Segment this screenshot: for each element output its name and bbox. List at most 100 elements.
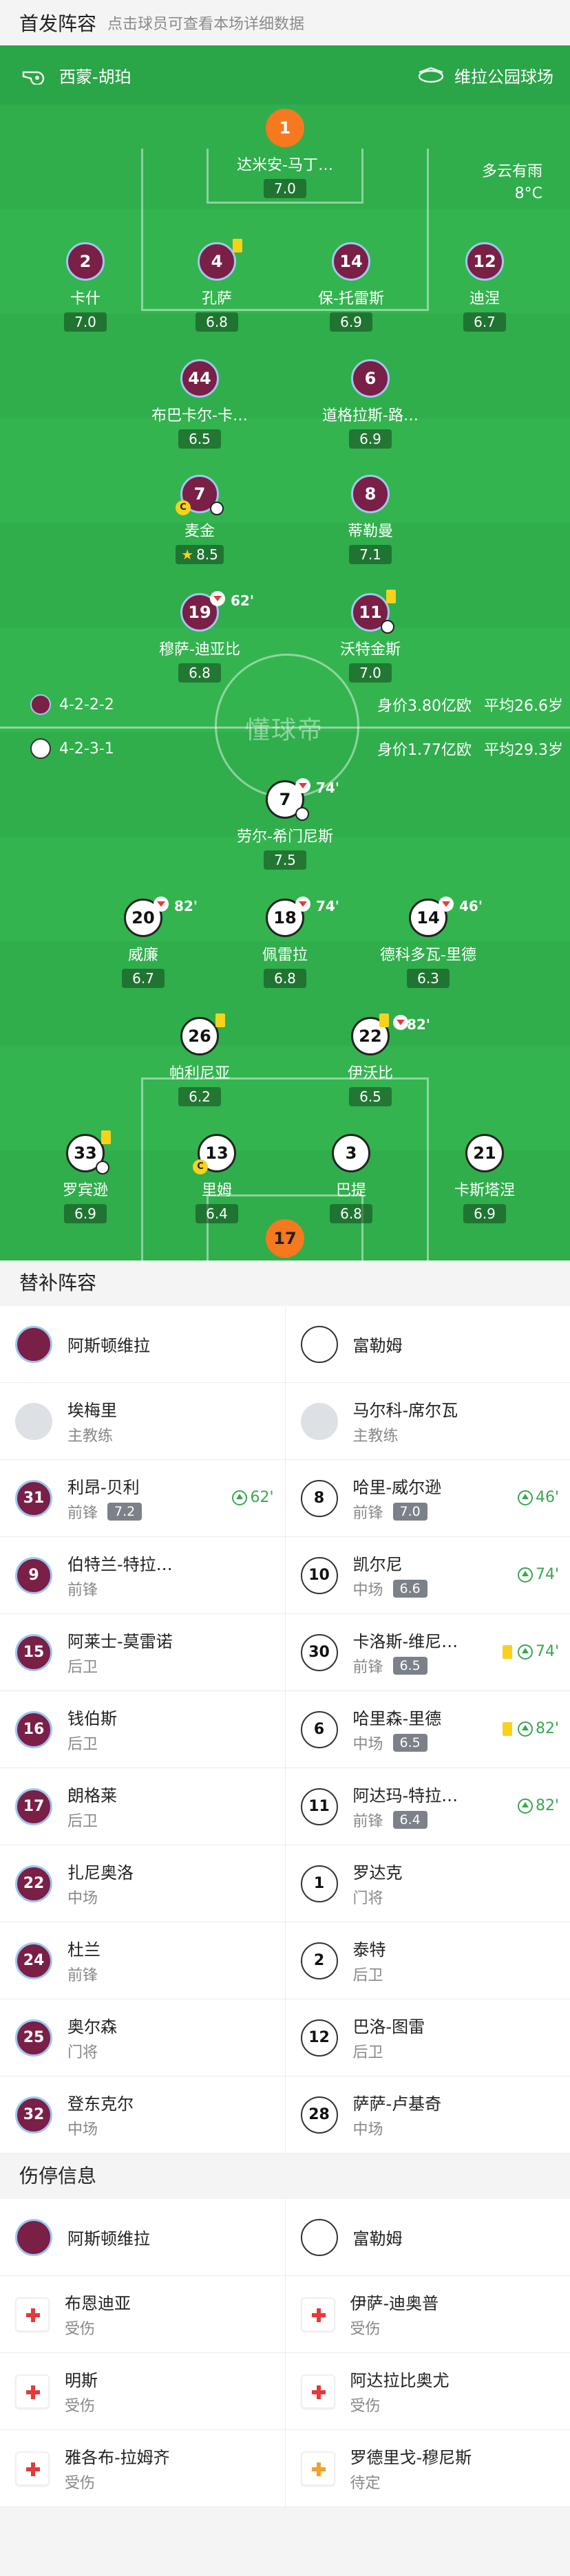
away-team-cell[interactable]: 富勒姆 (286, 2199, 570, 2275)
page-title: 首发阵容 (19, 9, 96, 36)
player-number: 8 (351, 475, 390, 513)
player-number: 15 (15, 1634, 52, 1671)
sub-out-icon (393, 1015, 408, 1030)
player-position: 前锋 (353, 1501, 383, 1523)
injured-player[interactable]: 阿达拉比奥尤受伤 (286, 2353, 570, 2429)
player-position: 后卫 (353, 1963, 383, 1985)
sub-player[interactable]: 24 杜兰前锋 (0, 1922, 286, 1999)
injured-player[interactable]: 明斯受伤 (0, 2353, 286, 2429)
player-number: 8 (301, 1480, 338, 1517)
player-rating: 7.5 (264, 850, 306, 870)
sub-time: 74' (316, 780, 339, 796)
player-away-lb[interactable]: 33 罗宾逊 6.9 (27, 1134, 144, 1223)
sub-in-icon (518, 1799, 533, 1814)
sub-player[interactable]: 17 朗格莱后卫 (0, 1768, 286, 1845)
home-team-cell[interactable]: 阿斯顿维拉 (0, 1306, 286, 1382)
home-coach-cell[interactable]: 埃梅里主教练 (0, 1383, 286, 1459)
player-home-lb[interactable]: 12 迪涅 6.7 (426, 242, 543, 332)
player-rating: 6.2 (178, 1087, 221, 1106)
weather-info: 多云有雨 8°C (482, 161, 542, 205)
medical-cross-icon (301, 2297, 335, 2332)
player-name: 哈里-威尔逊 (353, 1474, 442, 1498)
sub-player[interactable]: 15 阿莱士-莫雷诺后卫 (0, 1614, 286, 1690)
injured-player[interactable]: 布恩迪亚受伤 (0, 2276, 286, 2352)
player-name: 凯尔尼 (353, 1551, 427, 1575)
away-coach-cell[interactable]: 马尔科-席尔瓦主教练 (286, 1383, 570, 1459)
sub-player[interactable]: 9 伯特兰-特拉…前锋 (0, 1537, 286, 1613)
player-away-dm2[interactable]: 2282' 伊沃比 6.5 (312, 1017, 429, 1106)
away-team-cell[interactable]: 富勒姆 (286, 1306, 570, 1382)
sub-player[interactable]: 2 泰特后卫 (286, 1922, 570, 1999)
home-team-cell[interactable]: 阿斯顿维拉 (0, 2199, 286, 2275)
player-rating: 6.5 (393, 1734, 427, 1752)
sub-player[interactable]: 11 阿达玛-特拉…前锋6.4 82' (286, 1768, 570, 1845)
sub-player[interactable]: 30 卡洛斯-维尼…前锋6.5 74' (286, 1614, 570, 1690)
home-team-name: 阿斯顿维拉 (67, 2225, 150, 2249)
player-home-cb1[interactable]: 4 孔萨 6.8 (158, 242, 275, 332)
sub-player[interactable]: 32 登东克尔中场 (0, 2076, 286, 2153)
player-rating: 6.9 (463, 1204, 506, 1223)
player-home-st1[interactable]: 1962' 穆萨-迪亚比 6.8 (141, 593, 258, 683)
sub-player[interactable]: 10 凯尔尼中场6.6 74' (286, 1537, 570, 1613)
injury-status: 受伤 (65, 2471, 170, 2493)
sub-player[interactable]: 16 钱伯斯后卫 (0, 1691, 286, 1768)
player-name: 罗达克 (353, 1859, 403, 1883)
sub-player[interactable]: 25 奥尔森门将 (0, 1999, 286, 2076)
player-name: 布恩迪亚 (65, 2290, 131, 2314)
player-number: 21 (465, 1134, 504, 1172)
player-home-gk[interactable]: 1 达米安-马丁… 7.0 (226, 109, 344, 198)
sub-player[interactable]: 6 哈里森-里德中场6.5 82' (286, 1691, 570, 1768)
player-away-lw[interactable]: 1446' 德科多瓦-里德 6.3 (370, 899, 487, 988)
home-coach-name: 西蒙-胡珀 (59, 63, 131, 87)
injured-player[interactable]: 伊萨-迪奥普受伤 (286, 2276, 570, 2352)
home-average-age: 平均26.6岁 (484, 698, 563, 715)
player-away-rb[interactable]: 21 卡斯塔涅 6.9 (426, 1134, 543, 1223)
player-home-rb[interactable]: 2 卡什 7.0 (27, 242, 144, 332)
player-away-gk[interactable]: 17 莱诺 (226, 1219, 344, 1260)
home-coach-info[interactable]: 西蒙-胡珀 (21, 63, 131, 87)
home-formation-row: 4-2-2-2 身价3.80亿欧平均26.6岁 (30, 691, 563, 718)
player-name: 帕利尼亚 (141, 1061, 258, 1083)
player-rating: 6.5 (393, 1657, 427, 1675)
player-away-cb2[interactable]: 3 巴提 6.8 (293, 1134, 410, 1223)
sub-out-icon (154, 897, 169, 912)
player-home-am1[interactable]: 7C 麦金 ★8.5 (141, 475, 258, 564)
injury-status: 受伤 (65, 2317, 131, 2339)
injured-player[interactable]: 罗德里戈-穆尼斯待定 (286, 2430, 570, 2507)
player-away-rw[interactable]: 2082' 威廉 6.7 (85, 899, 202, 988)
sub-player[interactable]: 1 罗达克门将 (286, 1845, 570, 1922)
player-home-st2[interactable]: 11 沃特金斯 7.0 (312, 593, 429, 683)
player-away-dm1[interactable]: 26 帕利尼亚 6.2 (141, 1017, 258, 1106)
whistle-icon (21, 67, 48, 85)
sub-player[interactable]: 31 利昂-贝利前锋7.2 62' (0, 1460, 286, 1536)
player-home-am2[interactable]: 8 蒂勒曼 7.1 (312, 475, 429, 564)
sub-player[interactable]: 22 扎尼奥洛中场 (0, 1845, 286, 1922)
sub-in-icon (232, 1490, 247, 1505)
avatar (15, 1403, 52, 1440)
player-position: 前锋 (67, 1578, 98, 1600)
player-rating: 7.0 (64, 312, 107, 332)
player-away-am[interactable]: 1874' 佩雷拉 6.8 (226, 899, 344, 988)
player-home-dm2[interactable]: 6 道格拉斯-路… 6.9 (312, 359, 429, 449)
sub-in-icon (518, 1567, 533, 1582)
player-rating: 6.9 (349, 429, 392, 449)
sub-player[interactable]: 8 哈里-威尔逊前锋7.0 46' (286, 1460, 570, 1536)
sub-in-time: 82' (536, 1797, 559, 1814)
player-position: 后卫 (67, 1732, 98, 1754)
medical-cross-icon (301, 2374, 335, 2409)
injured-player[interactable]: 雅各布-拉姆齐受伤 (0, 2430, 286, 2507)
sub-player[interactable]: 28 萨萨-卢基奇中场 (286, 2076, 570, 2153)
player-home-cb2[interactable]: 14 保-托雷斯 6.9 (293, 242, 410, 332)
player-away-cb1[interactable]: 13C 里姆 6.4 (158, 1134, 275, 1223)
away-team-name: 富勒姆 (353, 2225, 403, 2249)
sub-in-time: 46' (536, 1489, 559, 1506)
fulham-crest-icon (30, 738, 51, 759)
player-name: 劳尔-希门尼斯 (226, 824, 344, 846)
assist-icon (96, 1161, 109, 1174)
player-home-dm1[interactable]: 44 布巴卡尔-卡… 6.5 (141, 359, 258, 449)
player-name: 保-托雷斯 (293, 286, 410, 308)
player-number: 11 (359, 603, 381, 622)
sub-player[interactable]: 12 巴洛-图雷后卫 (286, 1999, 570, 2076)
player-away-st[interactable]: 774' 劳尔-希门尼斯 7.5 (226, 780, 344, 870)
player-rating: 6.4 (393, 1811, 427, 1829)
